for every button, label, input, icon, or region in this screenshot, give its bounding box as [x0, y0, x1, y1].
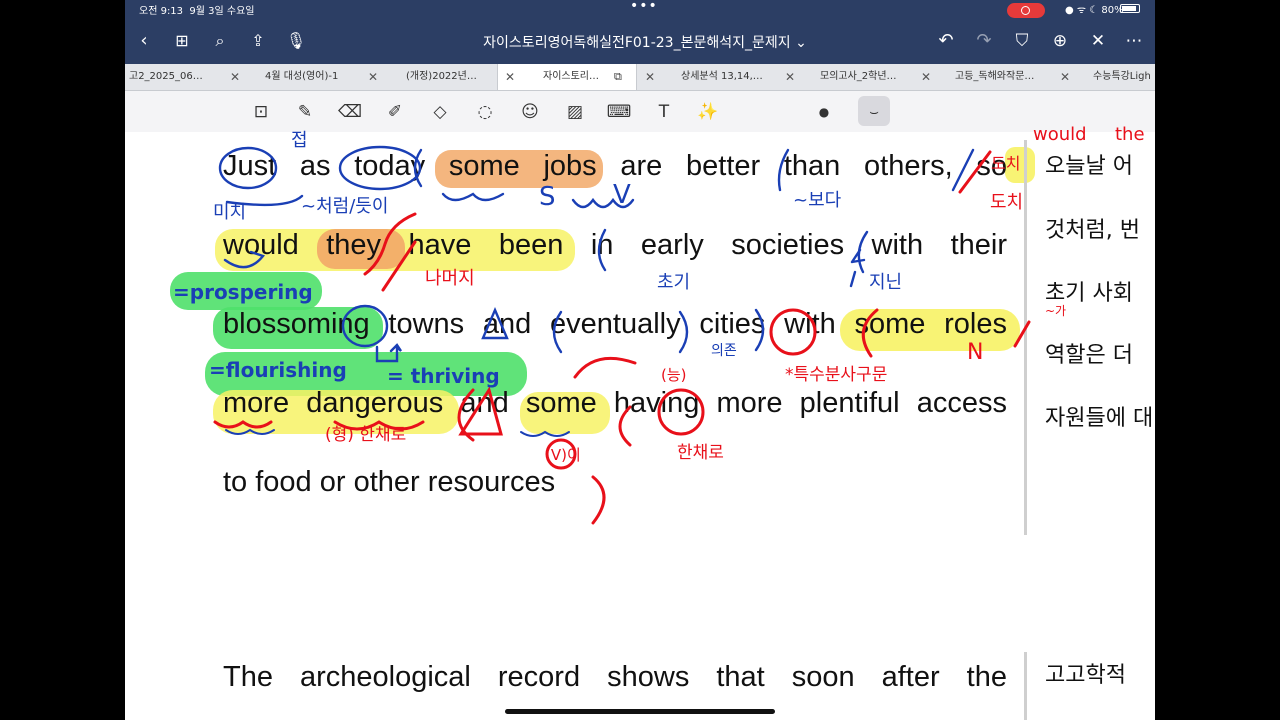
ink-note: 도치 [990, 192, 1024, 213]
ink-note: 한채로 [677, 443, 724, 463]
tab-8[interactable]: 수능특강Ligh [1093, 64, 1151, 90]
tab-3[interactable]: (개정)2022년… [406, 64, 477, 90]
shapes-icon[interactable]: ◇ [427, 99, 453, 125]
add-page-icon[interactable]: ⊕ [1047, 28, 1073, 54]
tab-5[interactable]: 상세분석 13,14,… [681, 64, 763, 90]
tab-close-icon[interactable]: ✕ [645, 64, 655, 90]
ink-note: 접 [291, 130, 308, 151]
ink-note: N [967, 340, 984, 365]
bookmark-icon[interactable]: ⛉ [1009, 28, 1035, 54]
tab-1[interactable]: 고2_2025_06… [129, 64, 203, 90]
eraser-icon[interactable]: ⌫ [337, 99, 363, 125]
ink-note: V [613, 180, 631, 210]
status-time: 오전 9:13 9월 3일 수요일 [139, 6, 255, 17]
drawing-toolbar: ⊡ ✎ ⌫ ✐ ◇ ◌ ☺ ▨ ⌨ T ✨ ● ⌣ [125, 91, 1155, 133]
tab-close-icon[interactable]: ✕ [230, 64, 240, 90]
more-icon[interactable]: ⋯ [1121, 28, 1147, 54]
search-icon[interactable]: ⌕ [207, 28, 233, 54]
ink-note: ~처럼/듯이 [301, 196, 389, 217]
ink-note: 지닌 [869, 272, 903, 293]
laser-pointer-icon[interactable]: ✨ [695, 99, 721, 125]
pen-stroke-icon[interactable]: ⌣ [861, 99, 887, 125]
ink-note: would [1033, 124, 1087, 145]
screen-record-icon [1007, 3, 1045, 18]
ink-note: = thriving [387, 364, 500, 388]
tab-close-icon[interactable]: ✕ [785, 64, 795, 90]
image-icon[interactable]: ▨ [562, 99, 588, 125]
undo-icon[interactable]: ↶ [933, 28, 959, 54]
home-indicator[interactable] [505, 709, 775, 714]
split-view-icon[interactable]: ⧉ [614, 64, 622, 90]
document-title[interactable]: 자이스토리영어독해실전F01-23_본문해석지_문제지 ⌄ [465, 32, 825, 52]
redo-icon[interactable]: ↷ [971, 28, 997, 54]
pen-off-icon[interactable]: ✕ [1085, 28, 1111, 54]
ink-note: (능) [661, 366, 687, 384]
ink-note: 의존 [711, 343, 737, 359]
mic-icon[interactable]: 🎙︎ [283, 28, 309, 54]
share-icon[interactable]: ⇪ [245, 28, 271, 54]
ink-note: ~보다 [793, 190, 842, 211]
ink-note: *특수분사구문 [785, 365, 888, 385]
battery-icon [1120, 4, 1140, 13]
ink-layer [213, 145, 1031, 525]
tab-active[interactable]: ✕ 자이스토리… ⧉ [497, 64, 637, 90]
title-bar: 오전 9:13 9월 3일 수요일 ••• ● ᯤ ☾ 80% ‹ ⊞ ⌕ ⇪ … [125, 0, 1155, 64]
tab-7[interactable]: 고등_독해와작문… [955, 64, 1034, 90]
text-box-icon[interactable]: T [651, 99, 677, 125]
tab-close-icon[interactable]: ✕ [368, 64, 378, 90]
highlighter-icon[interactable]: ✐ [382, 99, 408, 125]
tab-bar: 고2_2025_06… ✕ 4월 대성(영어)-1 ✕ (개정)2022년… ✕… [125, 64, 1155, 91]
ink-note: the [1115, 124, 1145, 145]
ink-note: =prospering [173, 280, 313, 304]
tab-4-label: 자이스토리… [543, 71, 599, 82]
ink-note: =flourishing [209, 358, 347, 382]
ink-note: S [539, 182, 556, 212]
screen: 오전 9:13 9월 3일 수요일 ••• ● ᯤ ☾ 80% ‹ ⊞ ⌕ ⇪ … [125, 0, 1155, 720]
ink-note: 초기 [657, 272, 691, 293]
ink-note: 미치 [213, 202, 247, 223]
status-date: 9월 3일 수요일 [189, 6, 255, 17]
status-indicators: ● ᯤ ☾ 80% [1065, 5, 1124, 16]
tab-close-icon[interactable]: ✕ [921, 64, 931, 90]
zoom-window-icon[interactable]: ⊡ [248, 99, 274, 125]
tab-2[interactable]: 4월 대성(영어)-1 [265, 64, 338, 90]
lasso-icon[interactable]: ◌ [472, 99, 498, 125]
tab-6[interactable]: 모의고사_2학년… [820, 64, 897, 90]
ink-note: ~가 [1045, 304, 1067, 318]
multitask-dots-icon[interactable]: ••• [630, 0, 658, 14]
grid-icon[interactable]: ⊞ [169, 28, 195, 54]
pen-dot-icon[interactable]: ● [811, 99, 837, 125]
ink-note: 도치 [991, 154, 1021, 173]
ink-note: (형) 한채로 [325, 425, 407, 445]
pen-icon[interactable]: ✎ [292, 99, 318, 125]
document-page[interactable]: Just as today some jobs are better than … [125, 124, 1155, 720]
tab-close-icon[interactable]: ✕ [1060, 64, 1070, 90]
ink-note: 나머지 [425, 268, 475, 289]
tab-close-icon[interactable]: ✕ [505, 64, 515, 90]
chevron-left-icon[interactable]: ‹ [131, 28, 157, 54]
sticker-icon[interactable]: ☺ [517, 99, 543, 125]
ink-note: (V)이 [545, 446, 581, 464]
keyboard-icon[interactable]: ⌨ [606, 99, 632, 125]
